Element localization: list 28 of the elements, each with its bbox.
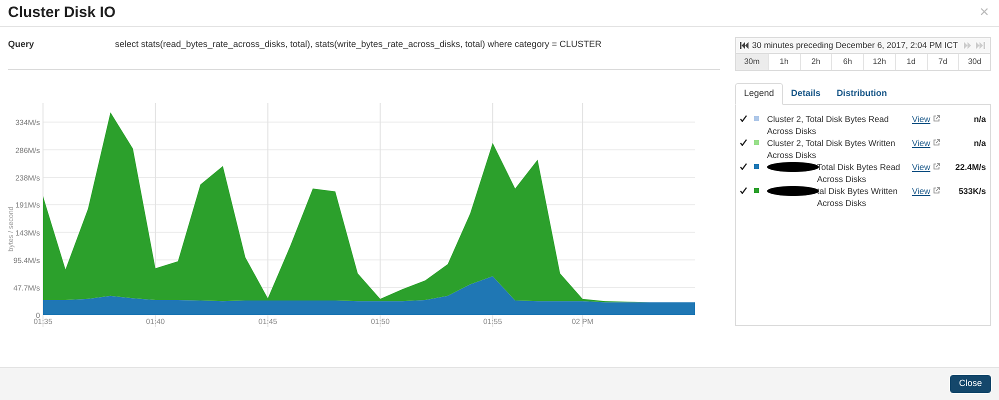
external-link-icon[interactable] <box>933 139 940 146</box>
series-value: n/a <box>974 137 986 150</box>
external-link-icon[interactable] <box>933 115 940 122</box>
close-button[interactable]: Close <box>950 375 991 393</box>
time-range-preset[interactable]: 30m <box>736 54 768 70</box>
view-link[interactable]: View <box>912 113 930 126</box>
series-name: Cluster 2, Total Disk Bytes Read Across Disks <box>767 113 890 137</box>
external-link-icon[interactable] <box>933 163 940 170</box>
tab[interactable]: Legend <box>735 83 784 105</box>
query-text: select stats(read_bytes_rate_across_disks, total), stats(write_bytes_rate_across_disks, total) where category = CLUSTER <box>115 38 602 51</box>
rewind-icon[interactable] <box>740 42 749 49</box>
check-icon[interactable] <box>740 163 747 170</box>
dialog-title: Cluster Disk IO <box>8 2 116 23</box>
tab[interactable]: Distribution <box>828 83 896 105</box>
series-value: 22.4M/s <box>955 161 986 174</box>
query-label: Query <box>8 38 36 51</box>
series-value: 533K/s <box>958 185 986 198</box>
check-icon[interactable] <box>740 187 747 194</box>
check-icon[interactable] <box>740 115 747 122</box>
view-link[interactable]: View <box>912 137 930 150</box>
check-icon[interactable] <box>740 139 747 146</box>
series-value: n/a <box>974 113 986 126</box>
tab[interactable]: Details <box>783 83 829 105</box>
external-link-icon[interactable] <box>933 187 940 194</box>
time-range-label: 30 minutes preceding December 6, 2017, 2:04 PM ICT <box>752 39 958 52</box>
series-name: Cluster 2, Total Disk Bytes Written Across Disks <box>767 137 896 161</box>
view-link[interactable]: View <box>912 185 930 198</box>
view-link[interactable]: View <box>912 161 930 174</box>
